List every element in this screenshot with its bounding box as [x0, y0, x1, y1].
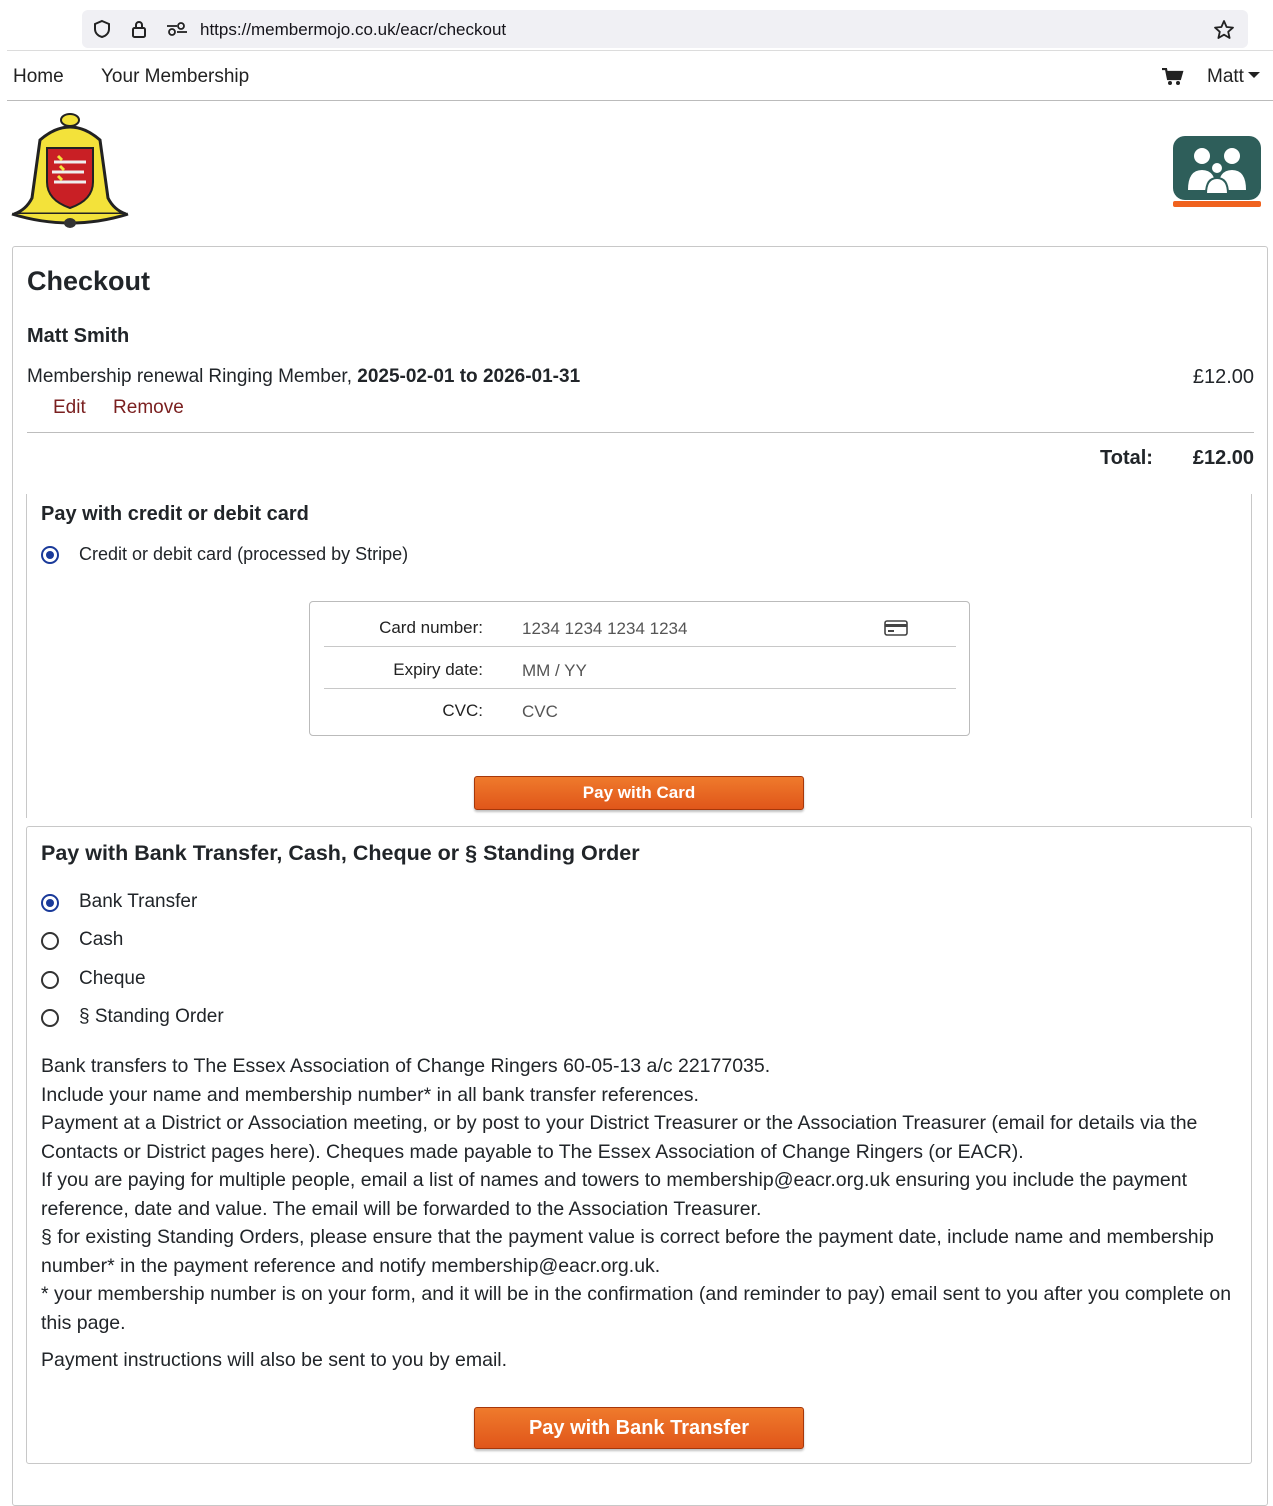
user-name: Matt	[1207, 66, 1244, 87]
star-icon[interactable]	[1213, 19, 1235, 46]
bank-payment-heading: Pay with Bank Transfer, Cash, Cheque or …	[41, 841, 640, 865]
info-line: Bank transfers to The Essex Association …	[41, 1055, 771, 1077]
cart-icon[interactable]	[1162, 67, 1184, 91]
association-bell-logo	[10, 110, 130, 235]
option-cheque[interactable]: Cheque	[79, 968, 146, 990]
page-title: Checkout	[27, 266, 151, 296]
pay-with-card-button[interactable]: Pay with Card	[474, 776, 804, 810]
radio-bank-transfer[interactable]	[41, 894, 59, 912]
expiry-input[interactable]: MM / YY	[522, 661, 587, 681]
membership-type: Ringing Member,	[208, 366, 352, 387]
credit-card-icon	[884, 620, 908, 641]
email-notice: Payment instructions will also be sent t…	[41, 1349, 508, 1371]
option-bank-transfer[interactable]: Bank Transfer	[79, 891, 197, 913]
line-item-label: Membership renewal	[27, 366, 204, 387]
radio-cash[interactable]	[41, 932, 59, 950]
info-line: Include your name and membership number*…	[41, 1083, 699, 1106]
option-cash[interactable]: Cash	[79, 929, 123, 951]
divider	[27, 432, 1254, 433]
radio-card[interactable]	[41, 546, 59, 564]
info-line: * your membership number is on your form…	[41, 1283, 1232, 1334]
expiry-label: Expiry date:	[393, 660, 483, 679]
lock-icon[interactable]	[129, 19, 149, 44]
edit-link[interactable]: Edit	[53, 397, 86, 418]
member-name: Matt Smith	[27, 325, 130, 347]
line-item-actions: Edit Remove	[53, 397, 206, 419]
card-number-label: Card number:	[379, 618, 483, 637]
cvc-label: CVC:	[442, 701, 483, 720]
permissions-icon[interactable]	[166, 19, 188, 44]
pay-with-bank-transfer-button[interactable]: Pay with Bank Transfer	[474, 1407, 804, 1449]
caret-down-icon	[1247, 72, 1260, 78]
url-text[interactable]: https://membermojo.co.uk/eacr/checkout	[200, 20, 506, 40]
expiry-row: Expiry date: MM / YY	[324, 648, 956, 689]
nav-your-membership[interactable]: Your Membership	[101, 66, 249, 88]
line-item-price: £12.00	[1192, 366, 1254, 388]
membermojo-logo	[1172, 134, 1262, 215]
line-item: Membership renewal Ringing Member, 2025-0…	[27, 366, 580, 388]
info-line: Payment at a District or Association mee…	[41, 1112, 1198, 1163]
shield-icon[interactable]	[92, 19, 112, 44]
nav-home[interactable]: Home	[13, 66, 64, 88]
cvc-row: CVC: CVC	[324, 689, 956, 730]
card-number-row: Card number: 1234 1234 1234 1234	[324, 606, 956, 647]
navbar: Home Your Membership Matt	[7, 51, 1273, 101]
address-bar[interactable]: https://membermojo.co.uk/eacr/checkout	[82, 10, 1248, 48]
option-standing-order[interactable]: § Standing Order	[79, 1006, 224, 1028]
user-menu[interactable]: Matt	[1207, 66, 1260, 88]
payment-instructions: Bank transfers to The Essex Association …	[41, 1052, 1241, 1337]
radio-standing-order[interactable]	[41, 1009, 59, 1027]
card-number-input[interactable]: 1234 1234 1234 1234	[522, 619, 687, 639]
total-value: £12.00	[1192, 447, 1254, 469]
radio-cheque[interactable]	[41, 971, 59, 989]
card-option-label[interactable]: Credit or debit card (processed by Strip…	[79, 544, 408, 565]
cvc-input[interactable]: CVC	[522, 702, 558, 722]
remove-link[interactable]: Remove	[113, 397, 184, 418]
total-label: Total:	[1100, 447, 1153, 469]
stripe-card-form: Card number: 1234 1234 1234 1234 Expiry …	[309, 601, 970, 736]
membership-dates: 2025-02-01 to 2026-01-31	[357, 366, 581, 387]
card-payment-heading: Pay with credit or debit card	[41, 503, 309, 525]
info-line: § for existing Standing Orders, please e…	[41, 1226, 1214, 1277]
info-line: If you are paying for multiple people, e…	[41, 1169, 1187, 1220]
